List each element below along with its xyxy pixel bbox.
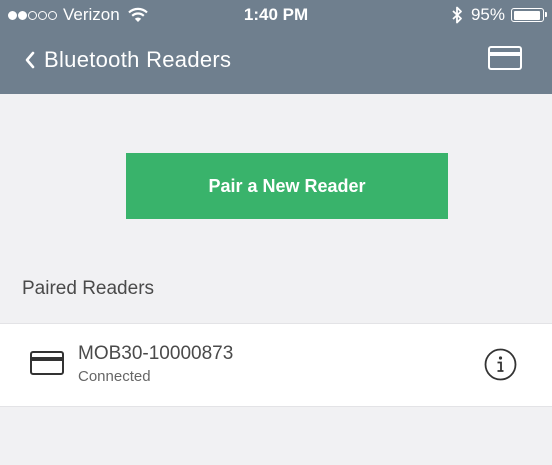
- navigation-bar: Bluetooth Readers: [0, 32, 552, 94]
- battery-percent: 95%: [470, 5, 505, 24]
- card-icon[interactable]: [488, 46, 522, 70]
- reader-name: MOB30-10000873: [78, 343, 234, 364]
- back-button[interactable]: Bluetooth Readers: [24, 44, 231, 76]
- chevron-left-icon: [25, 51, 35, 69]
- page-title: Bluetooth Readers: [44, 47, 232, 72]
- pair-new-reader-button[interactable]: Pair a New Reader: [126, 153, 448, 219]
- card-icon: [30, 351, 64, 375]
- status-bar: Verizon 1:40 PM 95%: [0, 0, 552, 32]
- status-right: 95%: [451, 5, 547, 25]
- reader-list-item[interactable]: MOB30-10000873 Connected: [0, 323, 552, 407]
- bluetooth-icon: [452, 6, 462, 24]
- paired-readers-header: Paired Readers: [22, 278, 155, 299]
- battery-icon: [511, 8, 547, 22]
- info-icon[interactable]: [484, 348, 517, 381]
- battery-fill: [513, 10, 541, 20]
- reader-status: Connected: [78, 368, 151, 385]
